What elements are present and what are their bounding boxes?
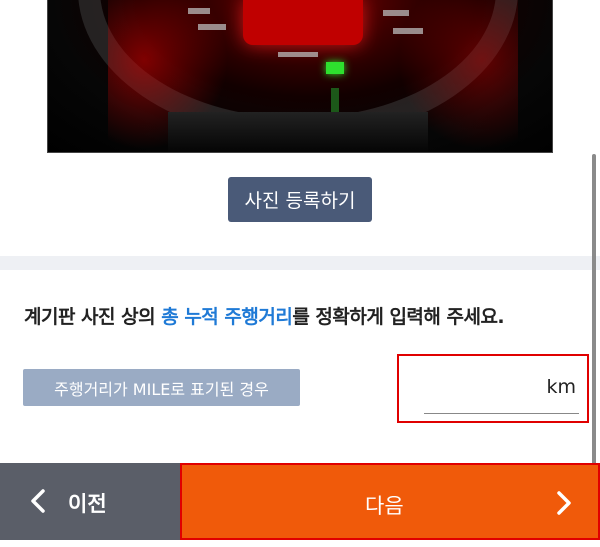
instruction-highlight: 총 누적 주행거리 <box>161 306 293 328</box>
dashboard-photo <box>47 0 553 153</box>
dashboard-floor <box>168 112 428 152</box>
mileage-input-underline <box>424 413 579 414</box>
mile-unit-button[interactable]: 주행거리가 MILE로 표기된 경우 <box>23 369 300 406</box>
blurred-pixel <box>393 28 423 34</box>
footer-nav: 이전 다음 <box>0 463 600 540</box>
instruction-text-start: 계기판 사진 상의 <box>24 306 162 328</box>
blurred-pixel <box>278 52 318 57</box>
upload-photo-button[interactable]: 사진 등록하기 <box>228 177 372 222</box>
chevron-left-icon <box>31 489 45 513</box>
previous-label: 이전 <box>68 492 107 516</box>
next-button[interactable]: 다음 <box>180 463 600 540</box>
chevron-right-icon <box>557 491 571 515</box>
indicator-light <box>326 62 344 74</box>
blurred-pixel <box>198 24 226 30</box>
mileage-field-highlight: km <box>397 354 589 423</box>
previous-button[interactable]: 이전 <box>0 463 180 540</box>
next-label: 다음 <box>365 494 404 518</box>
blurred-pixel <box>383 10 409 16</box>
blurred-pixel <box>188 8 210 14</box>
mileage-input[interactable] <box>423 370 543 404</box>
section-divider <box>0 256 600 270</box>
odometer-display <box>243 0 363 45</box>
mileage-instruction: 계기판 사진 상의 총 누적 주행거리를 정확하게 입력해 주세요. <box>24 302 505 329</box>
instruction-text-end: 를 정확하게 입력해 주세요. <box>292 306 505 328</box>
mileage-unit: km <box>546 376 576 398</box>
